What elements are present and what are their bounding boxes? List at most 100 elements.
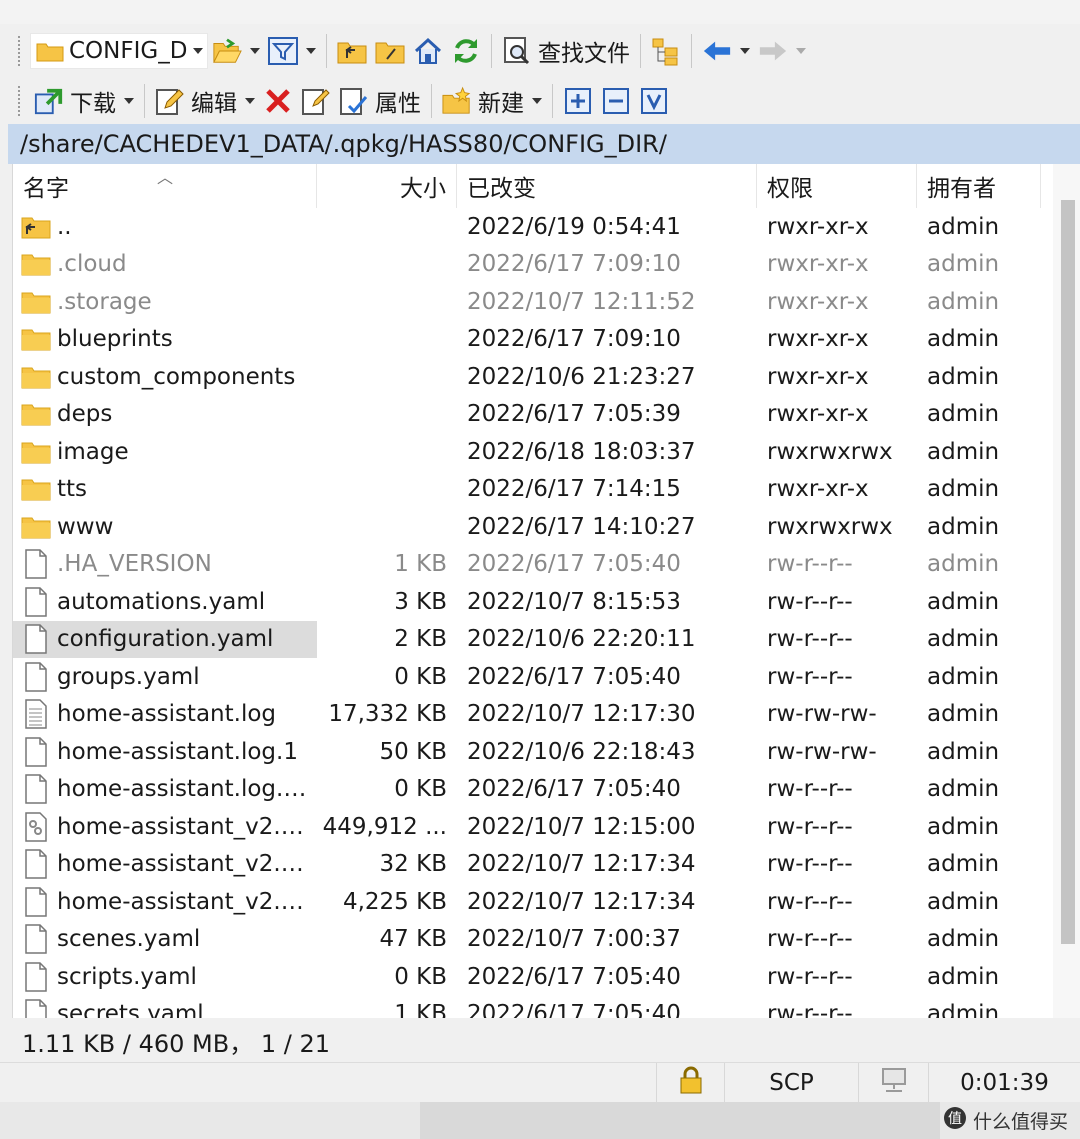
file-row[interactable]: .HA_VERSION 1 KB 2022/6/17 7:05:40 rw-r--r-… bbox=[13, 546, 1053, 584]
chevron-down-icon[interactable] bbox=[124, 98, 134, 104]
chevron-down-icon[interactable] bbox=[245, 98, 255, 104]
filter-button[interactable] bbox=[264, 31, 320, 71]
chevron-down-icon[interactable] bbox=[740, 48, 750, 54]
column-header-size[interactable]: 大小 bbox=[317, 164, 457, 208]
new-button[interactable]: 新建 bbox=[438, 81, 546, 121]
path-bar[interactable]: /share/CACHEDEV1_DATA/.qpkg/HASS80/CONFI… bbox=[8, 124, 1080, 164]
file-changed: 2022/10/7 12:17:34 bbox=[467, 851, 696, 878]
file-row[interactable]: .. 2022/6/19 0:54:41 rwxr-xr-x admin bbox=[13, 208, 1053, 246]
file-name-cell: groups.yaml bbox=[13, 658, 317, 696]
file-name: www bbox=[57, 513, 114, 540]
file-row[interactable]: tts 2022/6/17 7:14:15 rwxr-xr-x admin bbox=[13, 471, 1053, 509]
file-size bbox=[317, 433, 457, 471]
file-row[interactable]: scenes.yaml 47 KB 2022/10/7 7:00:37 rw-r--r… bbox=[13, 921, 1053, 959]
edit-button[interactable]: 编辑 bbox=[151, 81, 259, 121]
column-header-changed[interactable]: 已改变 bbox=[457, 164, 757, 208]
file-row[interactable]: scripts.yaml 0 KB 2022/6/17 7:05:40 rw-r--r… bbox=[13, 958, 1053, 996]
file-name-cell: home-assistant.log.f... bbox=[13, 771, 317, 809]
file-owner: admin bbox=[927, 401, 1000, 428]
file-owner: admin bbox=[927, 738, 1000, 765]
file-name-cell: .HA_VERSION bbox=[13, 546, 317, 584]
toolbar-file-actions: 下载 编辑 属性 新建 bbox=[0, 76, 1080, 126]
file-rights: rwxr-xr-x bbox=[767, 213, 869, 240]
file-row[interactable]: home-assistant_v2.d... 4,225 KB 2022/10/7 … bbox=[13, 883, 1053, 921]
column-header-name[interactable]: 名字 ︿ bbox=[13, 164, 317, 208]
file-row[interactable]: home-assistant_v2.d... 32 KB 2022/10/7 12:… bbox=[13, 846, 1053, 884]
file-rights: rw-r--r-- bbox=[767, 813, 853, 840]
scrollbar-thumb[interactable] bbox=[1061, 200, 1075, 944]
file-owner: admin bbox=[927, 476, 1000, 503]
download-label: 下载 bbox=[70, 91, 116, 117]
file-row[interactable]: home-assistant_v2.db 449,912 ... 2022/10/7… bbox=[13, 808, 1053, 846]
chevron-down-icon[interactable] bbox=[796, 48, 806, 54]
directory-combo[interactable]: CONFIG_DIR bbox=[30, 33, 208, 69]
toolbar-grip[interactable] bbox=[18, 86, 22, 116]
column-header-name-label: 名字 bbox=[23, 176, 69, 202]
root-directory-button[interactable] bbox=[371, 31, 409, 71]
file-row[interactable]: image 2022/6/18 18:03:37 rwxrwxrwx admin bbox=[13, 433, 1053, 471]
vertical-scrollbar[interactable] bbox=[1053, 164, 1080, 1018]
file-name-cell: home-assistant_v2.d... bbox=[13, 883, 317, 921]
file-owner: admin bbox=[927, 438, 1000, 465]
file-changed: 2022/6/17 7:05:39 bbox=[467, 401, 681, 428]
select-all-button[interactable] bbox=[635, 81, 673, 121]
file-row[interactable]: home-assistant.log.f... 0 KB 2022/6/17 7:0… bbox=[13, 771, 1053, 809]
file-name: blueprints bbox=[57, 326, 173, 353]
find-files-button[interactable]: 查找文件 bbox=[498, 31, 634, 71]
toolbar-grip[interactable] bbox=[18, 36, 22, 66]
toolbar-separator bbox=[431, 84, 432, 118]
file-row[interactable]: groups.yaml 0 KB 2022/6/17 7:05:40 rw-r--r-… bbox=[13, 658, 1053, 696]
file-owner: admin bbox=[927, 288, 1000, 315]
chevron-down-icon[interactable] bbox=[250, 48, 260, 54]
file-name-cell: custom_components bbox=[13, 358, 317, 396]
file-icon bbox=[21, 999, 51, 1018]
file-row[interactable]: home-assistant.log 17,332 KB 2022/10/7 12:… bbox=[13, 696, 1053, 734]
file-row[interactable]: automations.yaml 3 KB 2022/10/7 8:15:53 rw-… bbox=[13, 583, 1053, 621]
file-row[interactable]: home-assistant.log.1 50 KB 2022/10/6 22:18… bbox=[13, 733, 1053, 771]
file-rights: rwxr-xr-x bbox=[767, 326, 869, 353]
select-files-button[interactable] bbox=[559, 81, 597, 121]
properties-icon bbox=[339, 86, 369, 116]
properties-button[interactable]: 属性 bbox=[335, 81, 425, 121]
rename-icon bbox=[301, 86, 331, 116]
file-row[interactable]: secrets.yaml 1 KB 2022/6/17 7:05:40 rw-r--r… bbox=[13, 996, 1053, 1018]
file-row[interactable]: .storage 2022/10/7 12:11:52 rwxr-xr-x admin bbox=[13, 283, 1053, 321]
file-icon bbox=[21, 774, 51, 804]
column-header-rights[interactable]: 权限 bbox=[757, 164, 917, 208]
chevron-down-icon[interactable] bbox=[193, 48, 203, 54]
file-name: automations.yaml bbox=[57, 588, 266, 615]
file-changed: 2022/6/17 7:09:10 bbox=[467, 251, 681, 278]
tree-view-button[interactable] bbox=[647, 31, 685, 71]
svg-text:值: 值 bbox=[948, 1111, 962, 1127]
file-row[interactable]: deps 2022/6/17 7:05:39 rwxr-xr-x admin bbox=[13, 396, 1053, 434]
back-button[interactable] bbox=[698, 31, 754, 71]
file-name: home-assistant_v2.db bbox=[57, 813, 307, 840]
parent-directory-button[interactable] bbox=[333, 31, 371, 71]
file-name-cell: .. bbox=[13, 208, 317, 246]
home-directory-button[interactable] bbox=[409, 31, 447, 71]
chevron-down-icon[interactable] bbox=[532, 98, 542, 104]
column-header-owner[interactable]: 拥有者 bbox=[917, 164, 1041, 208]
folder-icon bbox=[35, 36, 65, 66]
forward-button[interactable] bbox=[754, 31, 810, 71]
file-row[interactable]: .cloud 2022/6/17 7:09:10 rwxr-xr-x admin bbox=[13, 246, 1053, 284]
chevron-down-icon[interactable] bbox=[306, 48, 316, 54]
file-row[interactable]: blueprints 2022/6/17 7:09:10 rwxr-xr-x admi… bbox=[13, 321, 1053, 359]
file-name: deps bbox=[57, 401, 113, 428]
open-directory-button[interactable] bbox=[208, 31, 264, 71]
file-row[interactable]: custom_components 2022/10/6 21:23:27 rwxr-… bbox=[13, 358, 1053, 396]
delete-button[interactable] bbox=[259, 81, 297, 121]
refresh-button[interactable] bbox=[447, 31, 485, 71]
file-changed: 2022/10/7 12:11:52 bbox=[467, 288, 696, 315]
file-row[interactable]: www 2022/6/17 14:10:27 rwxrwxrwx admin bbox=[13, 508, 1053, 546]
file-row[interactable]: configuration.yaml 2 KB 2022/10/6 22:20:11… bbox=[13, 620, 1053, 658]
file-owner: admin bbox=[927, 513, 1000, 540]
toolbar-separator bbox=[640, 34, 641, 68]
file-name: tts bbox=[57, 476, 88, 503]
file-list-panel: 名字 ︿ 大小 已改变 权限 拥有者 .. 2022/6/19 0:54:41 rw… bbox=[12, 164, 1080, 1018]
unselect-files-button[interactable] bbox=[597, 81, 635, 121]
file-icon bbox=[21, 587, 51, 617]
rename-button[interactable] bbox=[297, 81, 335, 121]
download-button[interactable]: 下载 bbox=[30, 81, 138, 121]
file-size: 0 KB bbox=[394, 663, 447, 690]
